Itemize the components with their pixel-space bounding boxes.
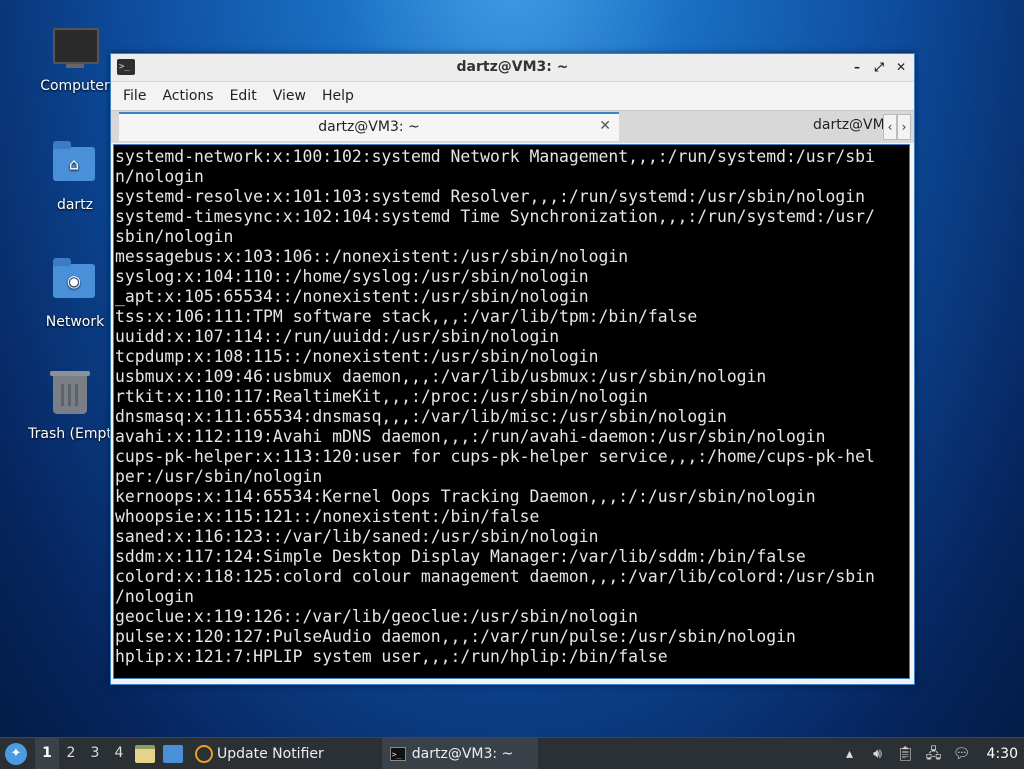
clock[interactable]: 4:30 — [987, 746, 1018, 762]
app-menu-icon[interactable]: ✦ — [5, 742, 27, 765]
trash-icon — [48, 371, 92, 420]
tab-label: dartz@VM3: ~ — [318, 119, 420, 135]
terminal-line: hplip:x:121:7:HPLIP system user,,,:/run/… — [115, 647, 668, 666]
terminal-line: geoclue:x:119:126::/var/lib/geoclue:/usr… — [115, 607, 639, 626]
volume-icon[interactable]: 🔊︎ — [869, 745, 887, 763]
terminal-line: _apt:x:105:65534::/nonexistent:/usr/sbin… — [115, 287, 589, 306]
terminal-text: systemd-network:x:100:102:systemd Networ… — [114, 145, 909, 667]
home-folder-icon: ⌂ — [53, 141, 97, 191]
tab-label: dartz@VM3: ~ — [813, 117, 883, 133]
terminal-window: >_ dartz@VM3: ~ – ⤢ ✕ File Actions Edit … — [110, 53, 915, 685]
terminal-line: tss:x:106:111:TPM software stack,,,:/var… — [115, 307, 698, 326]
maximize-icon[interactable]: ⤢ — [872, 58, 886, 76]
menu-edit[interactable]: Edit — [222, 88, 265, 104]
task-label: dartz@VM3: ~ — [411, 745, 514, 762]
update-notifier-icon — [195, 744, 213, 763]
tab-terminal-1[interactable]: dartz@VM3: ~ ✕ — [119, 112, 619, 141]
clipboard-icon[interactable]: 📋︎ — [897, 745, 915, 763]
desktop-icon-label: Trash (Empt — [28, 426, 112, 442]
terminal-line: usbmux:x:109:46:usbmux daemon,,,:/var/li… — [115, 367, 767, 386]
terminal-line: messagebus:x:103:106::/nonexistent:/usr/… — [115, 247, 629, 266]
terminal-line: avahi:x:112:119:Avahi mDNS daemon,,,:/ru… — [115, 427, 826, 446]
terminal-line: sbin/nologin — [115, 227, 234, 246]
desktop-icon-trash[interactable]: Trash (Empt — [20, 371, 120, 442]
notification-icon[interactable]: 💬︎ — [953, 745, 971, 763]
terminal-line: saned:x:116:123::/var/lib/saned:/usr/sbi… — [115, 527, 599, 546]
workspace-2[interactable]: 2 — [59, 738, 83, 769]
window-titlebar[interactable]: >_ dartz@VM3: ~ – ⤢ ✕ — [111, 54, 914, 82]
terminal-line: per:/usr/sbin/nologin — [115, 467, 323, 486]
terminal-line: sddm:x:117:124:Simple Desktop Display Ma… — [115, 547, 806, 566]
computer-icon — [53, 28, 99, 72]
network-icon[interactable]: 🖧 — [925, 745, 943, 763]
terminal-line: systemd-timesync:x:102:104:systemd Time … — [115, 207, 875, 226]
task-terminal[interactable]: >_ dartz@VM3: ~ — [381, 738, 538, 769]
tab-close-icon[interactable]: ✕ — [599, 118, 611, 134]
menu-file[interactable]: File — [115, 88, 154, 104]
tray-expand-icon[interactable]: ▴ — [841, 745, 859, 763]
system-tray: ▴ 🔊︎ 📋︎ 🖧 💬︎ 4:30 — [841, 745, 1024, 763]
terminal-line: uuidd:x:107:114::/run/uuidd:/usr/sbin/no… — [115, 327, 560, 346]
terminal-line: dnsmasq:x:111:65534:dnsmasq,,,:/var/lib/… — [115, 407, 727, 426]
terminal-line: pulse:x:120:127:PulseAudio daemon,,,:/va… — [115, 627, 796, 646]
workspace-4[interactable]: 4 — [107, 738, 131, 769]
menu-help[interactable]: Help — [314, 88, 362, 104]
terminal-line: colord:x:118:125:colord colour managemen… — [115, 567, 875, 586]
task-update-notifier[interactable]: Update Notifier — [187, 738, 332, 769]
terminal-line: n/nologin — [115, 167, 204, 186]
workspace-3[interactable]: 3 — [83, 738, 107, 769]
workspace-1[interactable]: 1 — [35, 738, 59, 769]
menu-view[interactable]: View — [265, 88, 314, 104]
window-title: dartz@VM3: ~ — [456, 59, 569, 75]
taskbar: ✦ 1 2 3 4 Update Notifier >_ dartz@VM3: … — [0, 737, 1024, 769]
terminal-line: /nologin — [115, 587, 194, 606]
terminal-line: rtkit:x:110:117:RealtimeKit,,,:/proc:/us… — [115, 387, 648, 406]
menu-actions[interactable]: Actions — [154, 88, 221, 104]
network-folder-icon: ◉ — [53, 258, 97, 308]
terminal-line: systemd-network:x:100:102:systemd Networ… — [115, 147, 875, 166]
tab-terminal-2[interactable]: dartz@VM3: ~ — [631, 112, 883, 141]
terminal-line: systemd-resolve:x:101:103:systemd Resolv… — [115, 187, 865, 206]
terminal-line: whoopsie:x:115:121::/nonexistent:/bin/fa… — [115, 507, 540, 526]
close-icon[interactable]: ✕ — [894, 58, 908, 76]
terminal-line: kernoops:x:114:65534:Kernel Oops Trackin… — [115, 487, 816, 506]
task-label: Update Notifier — [217, 745, 324, 762]
terminal-line: syslog:x:104:110::/home/syslog:/usr/sbin… — [115, 267, 589, 286]
menubar: File Actions Edit View Help — [111, 82, 914, 110]
terminal-line: tcpdump:x:108:115::/nonexistent:/usr/sbi… — [115, 347, 599, 366]
tab-bar: dartz@VM3: ~ ✕ dartz@VM3: ~ ‹ › — [111, 110, 914, 143]
show-desktop-icon[interactable] — [163, 744, 183, 763]
terminal-output[interactable]: systemd-network:x:100:102:systemd Networ… — [113, 144, 910, 679]
terminal-line: cups-pk-helper:x:113:120:user for cups-p… — [115, 447, 875, 466]
terminal-task-icon: >_ — [389, 746, 406, 761]
tab-scroll-left-icon[interactable]: ‹ — [883, 114, 897, 140]
minimize-icon[interactable]: – — [850, 58, 864, 76]
file-manager-icon[interactable] — [135, 744, 155, 763]
tab-scroll-right-icon[interactable]: › — [897, 114, 911, 140]
